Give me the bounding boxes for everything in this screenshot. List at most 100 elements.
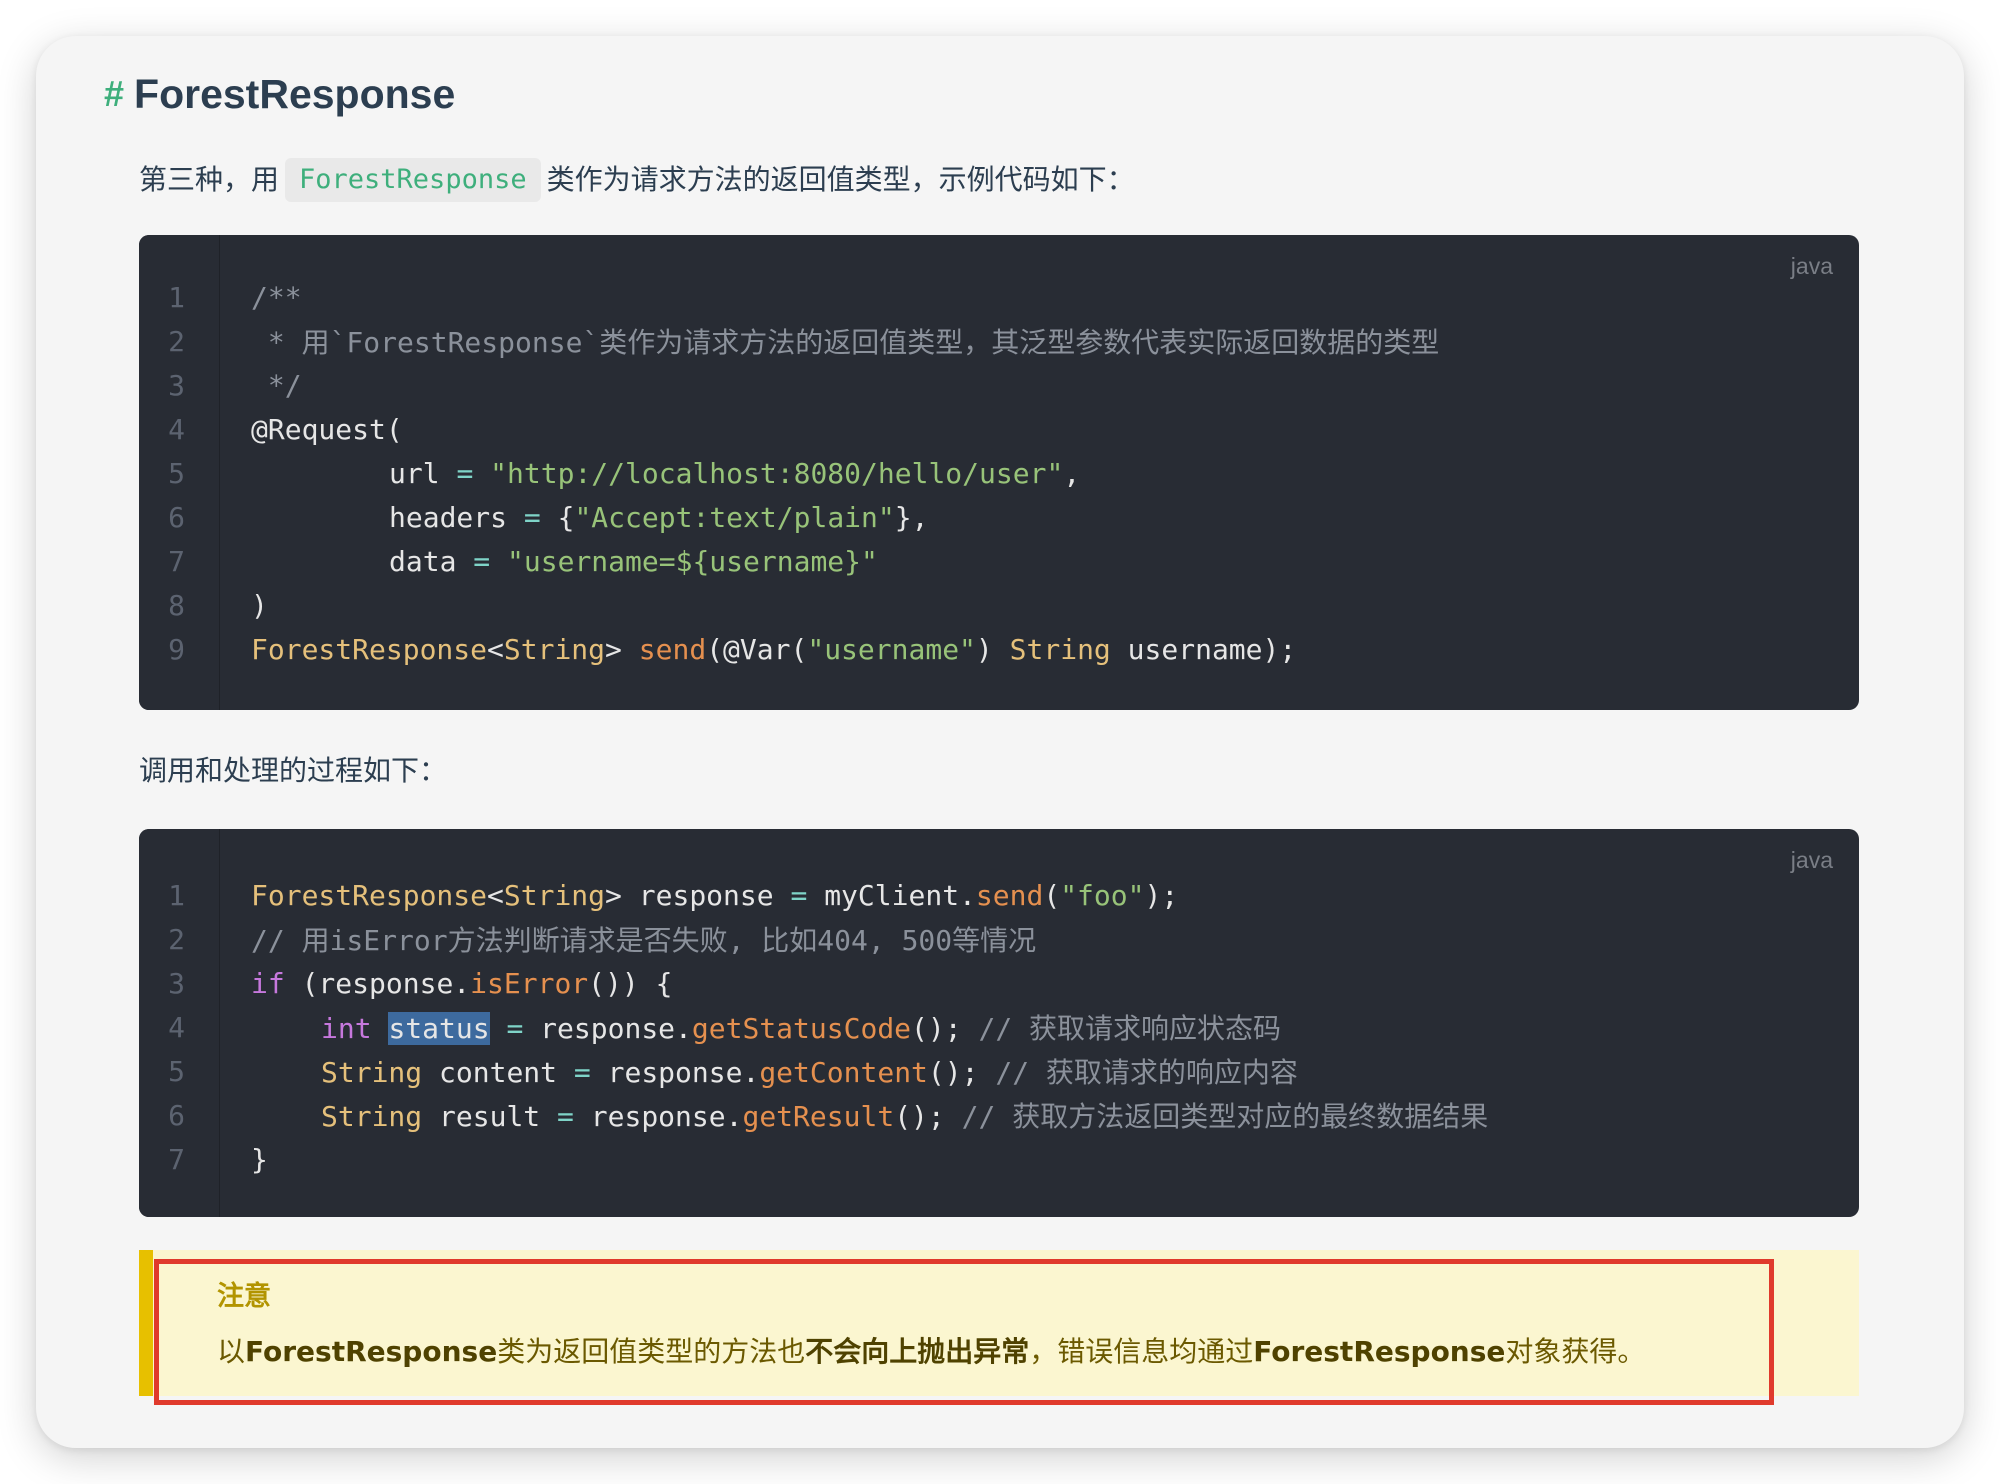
code-operator: = — [557, 1100, 574, 1133]
line-number: 6 — [168, 1098, 185, 1132]
code-string: "Accept:text/plain" — [574, 500, 895, 534]
code-type: ForestResponse — [251, 878, 488, 912]
intro-prefix: 第三种，用 — [139, 163, 280, 196]
code-line: 4 @Request( — [139, 407, 1859, 451]
callout-text-part: 类为返回值类型的方法也 — [497, 1335, 806, 1368]
callout-text-part: 对象获得。 — [1505, 1335, 1646, 1368]
code-line: 3 if (response.isError()) { — [139, 961, 1859, 1005]
code-keyword: int — [321, 1012, 372, 1045]
line-number: 6 — [168, 500, 185, 534]
code-token: response. — [540, 1012, 692, 1045]
line-number: 1 — [168, 280, 185, 314]
code-token: myClient. — [824, 878, 976, 912]
code-line: 3 */ — [139, 363, 1859, 407]
line-number: 9 — [168, 632, 185, 666]
code-keyword: if — [251, 966, 285, 1000]
code-token: (response. — [301, 966, 471, 1000]
code-type: ForestResponse — [251, 632, 488, 666]
code-comment: // 获取请求的响应内容 — [995, 1056, 1298, 1089]
page-title: ForestResponse — [134, 70, 456, 117]
code-token: (); — [911, 1012, 962, 1045]
code-token: (); — [894, 1100, 945, 1133]
code-token: > — [605, 878, 622, 912]
code-token: content — [439, 1056, 558, 1089]
line-number: 5 — [168, 456, 185, 490]
code-token: url — [389, 456, 440, 490]
code-function: send — [975, 878, 1044, 912]
line-number: 3 — [168, 966, 185, 1000]
code-operator: = — [456, 456, 474, 490]
code-line: 5 url = "http://localhost:8080/hello/user… — [139, 451, 1859, 495]
code-comment: // 获取请求响应状态码 — [978, 1012, 1282, 1045]
warning-callout: 注意 以ForestResponse类为返回值类型的方法也不会向上抛出异常，错误… — [139, 1250, 1859, 1396]
code-comment: // 用isError方法判断请求是否失败, 比如404, 500等情况 — [251, 924, 1037, 957]
code-block-declaration: java 1/** 2 * 用`ForestResponse`类作为请求方法的返… — [139, 235, 1859, 710]
line-number: 1 — [168, 878, 185, 912]
middle-paragraph: 调用和处理的过程如下： — [139, 751, 447, 791]
code-comment: * 用`ForestResponse`类作为请求方法的返回值类型，其泛型参数代表… — [251, 326, 1440, 359]
code-token: ) — [251, 588, 268, 622]
middle-text: 调用和处理的过程如下： — [139, 754, 448, 787]
code-string: "foo" — [1060, 878, 1145, 912]
code-line: 8) — [139, 583, 1859, 627]
line-number: 4 — [168, 1010, 185, 1044]
code-function: send — [638, 632, 707, 666]
intro-paragraph: 第三种，用 ForestResponse 类作为请求方法的返回值类型，示例代码如… — [139, 158, 1135, 202]
code-line: 9 ForestResponse<String> send(@Var("usern… — [139, 627, 1859, 671]
code-token: response. — [590, 1100, 743, 1133]
code-token: headers — [389, 500, 508, 534]
callout-text-bold: ForestResponse — [1253, 1335, 1506, 1368]
code-type: String — [503, 878, 606, 912]
code-block-usage: java 1 ForestResponse<String> response = … — [139, 829, 1859, 1217]
code-comment: */ — [251, 368, 302, 402]
code-function: isError — [470, 966, 589, 1000]
code-operator: = — [473, 544, 491, 578]
annotation: @Request( — [251, 412, 403, 446]
code-token: < — [487, 878, 504, 912]
code-line: 1 ForestResponse<String> response = myCli… — [139, 873, 1859, 917]
code-function: getResult — [742, 1100, 895, 1133]
code-token: (); — [927, 1056, 979, 1089]
code-operator: = — [790, 878, 808, 912]
heading-anchor-link[interactable]: # — [104, 73, 124, 115]
code-comment: /** — [251, 280, 302, 314]
language-label: java — [1790, 847, 1833, 873]
code-token: > — [605, 632, 622, 666]
code-token: ( — [1043, 878, 1061, 912]
callout-text-part: ，错误信息均通过 — [1029, 1335, 1254, 1368]
code-token: (@Var( — [706, 632, 808, 666]
code-token: result — [439, 1100, 541, 1133]
code-line: 2 // 用isError方法判断请求是否失败, 比如404, 500等情况 — [139, 917, 1859, 961]
intro-suffix: 类作为请求方法的返回值类型，示例代码如下： — [546, 163, 1135, 196]
code-token: } — [251, 1142, 268, 1176]
code-string: "username" — [807, 632, 976, 666]
code-operator: = — [506, 1012, 524, 1045]
callout-text-part: 以 — [217, 1335, 246, 1368]
line-number: 3 — [168, 368, 185, 402]
code-token: }, — [894, 500, 929, 534]
code-token: response. — [607, 1056, 760, 1089]
code-line: 7 data = "username=${username}" — [139, 539, 1859, 583]
line-number: 7 — [168, 544, 185, 578]
line-number: 5 — [168, 1054, 185, 1088]
code-type: String — [503, 632, 606, 666]
callout-text: 以ForestResponse类为返回值类型的方法也不会向上抛出异常，错误信息均… — [217, 1330, 1645, 1370]
code-operator: = — [573, 1056, 591, 1089]
code-token: response — [638, 878, 774, 912]
code-lines: 1 ForestResponse<String> response = myCli… — [139, 873, 1859, 1181]
code-token: username); — [1127, 632, 1297, 666]
code-line: 7} — [139, 1137, 1859, 1181]
selected-text[interactable]: status — [388, 1012, 490, 1045]
code-type: String — [321, 1100, 423, 1133]
line-number: 2 — [168, 324, 185, 358]
code-token: ()) { — [588, 966, 673, 1000]
code-line: 4 int status = response.getStatusCode(); … — [139, 1005, 1859, 1049]
code-string: "username=${username}" — [507, 544, 878, 578]
code-token: data — [389, 544, 457, 578]
line-number: 8 — [168, 588, 185, 622]
inline-code: ForestResponse — [285, 158, 541, 202]
code-token: { — [557, 500, 575, 534]
code-token: < — [487, 632, 504, 666]
code-token: ); — [1144, 878, 1179, 912]
code-token: , — [1063, 456, 1081, 490]
